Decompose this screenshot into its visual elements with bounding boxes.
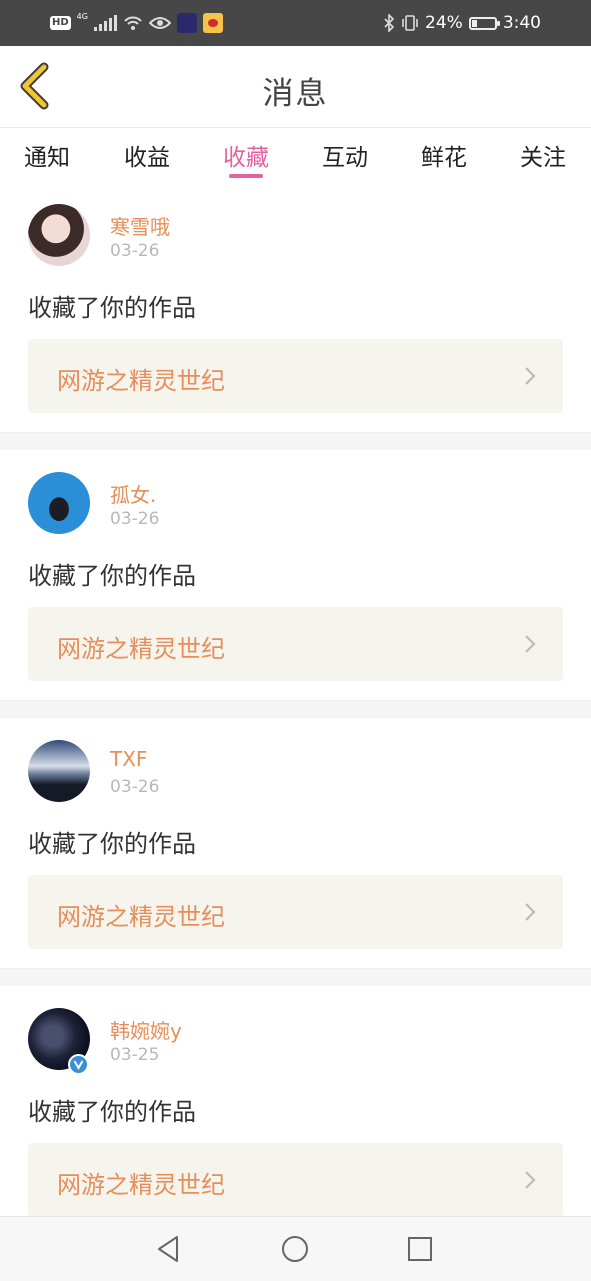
back-triangle-icon[interactable]	[151, 1231, 187, 1267]
action-text: 收藏了你的作品	[28, 1098, 196, 1126]
avatar[interactable]	[28, 204, 90, 266]
divider	[0, 968, 591, 986]
user-name[interactable]: 孤女.	[110, 479, 156, 508]
item-date: 03-26	[110, 241, 160, 261]
chevron-right-icon	[525, 903, 536, 921]
tab-interactions[interactable]: 互动	[315, 138, 375, 172]
divider	[0, 432, 591, 450]
chevron-right-icon	[525, 367, 536, 385]
work-title: 网游之精灵世纪	[57, 1171, 225, 1199]
work-title: 网游之精灵世纪	[57, 635, 225, 663]
vibrate-icon	[402, 15, 418, 31]
tab-favorites[interactable]: 收藏	[216, 138, 276, 172]
work-card[interactable]: 网游之精灵世纪	[28, 875, 563, 949]
avatar[interactable]	[28, 740, 90, 802]
work-title: 网游之精灵世纪	[57, 903, 225, 931]
list-item: TXF 03-26 收藏了你的作品 网游之精灵世纪	[0, 718, 591, 968]
hd-icon: HD	[50, 16, 71, 30]
app-header: 消息	[0, 46, 591, 128]
tab-notifications[interactable]: 通知	[17, 138, 77, 172]
item-date: 03-26	[110, 509, 160, 529]
weibo-icon	[202, 13, 223, 33]
work-card[interactable]: 网游之精灵世纪	[28, 339, 563, 413]
tab-flowers[interactable]: 鲜花	[414, 138, 474, 172]
tab-bar: 通知 收益 收藏 互动 鲜花 关注	[0, 128, 591, 182]
chevron-right-icon	[525, 1171, 536, 1189]
clock: 3:40	[502, 13, 541, 33]
tab-earnings[interactable]: 收益	[117, 138, 177, 172]
list-item: 韩婉婉y 03-25 收藏了你的作品 网游之精灵世纪	[0, 986, 591, 1236]
active-tab-indicator	[229, 174, 263, 178]
list-item: 孤女. 03-26 收藏了你的作品 网游之精灵世纪	[0, 450, 591, 700]
wifi-icon	[124, 16, 142, 30]
work-card[interactable]: 网游之精灵世纪	[28, 1143, 563, 1217]
system-nav-bar	[0, 1216, 591, 1281]
battery-percent: 24%	[425, 13, 463, 33]
user-name[interactable]: 韩婉婉y	[110, 1015, 182, 1044]
recents-square-icon[interactable]	[402, 1231, 438, 1267]
network-type: 4G	[76, 12, 88, 21]
signal-icon	[93, 15, 117, 31]
bluetooth-icon	[384, 14, 395, 32]
work-card[interactable]: 网游之精灵世纪	[28, 607, 563, 681]
work-title: 网游之精灵世纪	[57, 367, 225, 395]
action-text: 收藏了你的作品	[28, 562, 196, 590]
divider	[0, 700, 591, 718]
list-item: 寒雪哦 03-26 收藏了你的作品 网游之精灵世纪	[0, 182, 591, 432]
battery-icon	[468, 16, 500, 30]
item-date: 03-25	[110, 1045, 160, 1065]
app-icon	[176, 13, 197, 33]
action-text: 收藏了你的作品	[28, 830, 196, 858]
item-date: 03-26	[110, 777, 160, 797]
action-text: 收藏了你的作品	[28, 294, 196, 322]
favorites-list: 寒雪哦 03-26 收藏了你的作品 网游之精灵世纪 孤女. 03-26 收藏了你…	[0, 182, 591, 1236]
tab-following[interactable]: 关注	[513, 138, 573, 172]
user-name[interactable]: 寒雪哦	[110, 211, 170, 240]
verified-badge-icon	[68, 1054, 89, 1075]
home-circle-icon[interactable]	[277, 1231, 313, 1267]
status-bar: HD 4G 24% 3:40	[0, 0, 591, 46]
page-title: 消息	[262, 76, 329, 112]
avatar[interactable]	[28, 472, 90, 534]
eye-icon	[148, 17, 171, 29]
chevron-right-icon	[525, 635, 536, 653]
user-name[interactable]: TXF	[110, 747, 147, 771]
